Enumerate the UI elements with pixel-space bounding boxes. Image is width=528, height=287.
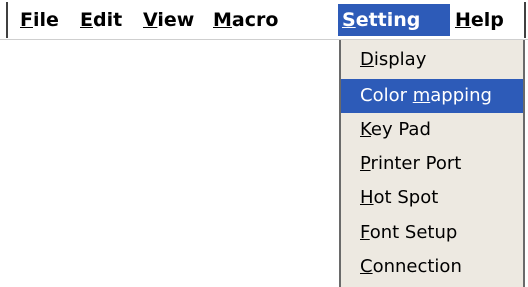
- menu-setting-mnemonic: S: [342, 9, 356, 31]
- menu-item-connection-rest: onnection: [372, 256, 462, 277]
- menu-file-mnemonic: F: [20, 9, 33, 31]
- menu-file[interactable]: File: [16, 4, 63, 36]
- menu-macro-mnemonic: M: [213, 9, 232, 31]
- menu-item-font-setup-rest: ont Setup: [369, 222, 458, 243]
- menu-item-hot-spot-rest: ot Spot: [373, 187, 439, 208]
- menu-item-key-pad-rest: ey Pad: [370, 119, 431, 140]
- menu-item-printer-port[interactable]: Printer Port: [341, 147, 523, 181]
- menu-view-rest: iew: [157, 9, 195, 31]
- menu-item-hot-spot[interactable]: Hot Spot: [341, 181, 523, 215]
- setting-dropdown-menu: Display Color mapping Key Pad Printer Po…: [339, 40, 525, 287]
- menu-setting[interactable]: Setting: [338, 4, 450, 36]
- menu-macro-rest: acro: [231, 9, 279, 31]
- menu-item-font-setup-mnemonic: F: [360, 222, 370, 243]
- menu-item-printer-port-mnemonic: P: [360, 153, 371, 174]
- menu-item-connection[interactable]: Connection: [341, 250, 523, 284]
- menu-bar-right-divider: [524, 2, 526, 38]
- menu-item-hot-spot-mnemonic: H: [360, 187, 374, 208]
- menu-item-font-setup[interactable]: Font Setup: [341, 216, 523, 250]
- menu-item-color-mapping[interactable]: Color mapping: [341, 79, 523, 113]
- menu-bar-left-divider: [6, 2, 8, 38]
- menu-item-color-mapping-rest: apping: [430, 85, 492, 106]
- menu-item-display[interactable]: Display: [341, 43, 523, 77]
- menu-bar: File Edit View Macro Setting Help: [0, 0, 528, 40]
- menu-item-color-mapping-mnemonic: m: [412, 85, 431, 106]
- menu-help[interactable]: Help: [451, 4, 508, 36]
- menu-setting-rest: etting: [355, 9, 421, 31]
- menu-item-connection-mnemonic: C: [360, 256, 373, 277]
- menu-edit-rest: dit: [92, 9, 123, 31]
- menu-file-rest: ile: [32, 9, 59, 31]
- menu-macro[interactable]: Macro: [209, 4, 282, 36]
- menu-help-rest: elp: [470, 9, 504, 31]
- menu-item-key-pad[interactable]: Key Pad: [341, 113, 523, 147]
- menu-item-display-rest: isplay: [373, 49, 427, 70]
- menu-view[interactable]: View: [139, 4, 198, 36]
- menu-view-mnemonic: V: [143, 9, 158, 31]
- menu-help-mnemonic: H: [455, 9, 471, 31]
- menu-item-display-mnemonic: D: [360, 49, 374, 70]
- menu-item-color-mapping-pre: Color: [360, 85, 413, 106]
- menu-item-printer-port-rest: rinter Port: [370, 153, 462, 174]
- menu-item-key-pad-mnemonic: K: [360, 119, 371, 140]
- menu-edit-mnemonic: E: [80, 9, 93, 31]
- menu-edit[interactable]: Edit: [76, 4, 126, 36]
